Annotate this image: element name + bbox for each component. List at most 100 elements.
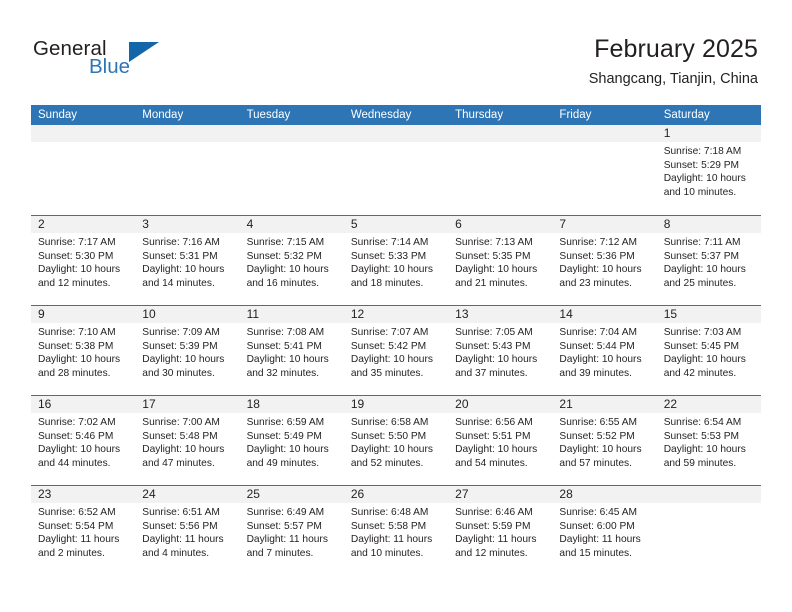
calendar-day-cell[interactable]: 14 Sunrise: 7:04 AM Sunset: 5:44 PM Dayligh… bbox=[552, 306, 657, 395]
day-number: 5 bbox=[343, 216, 449, 233]
day-number: 21 bbox=[552, 396, 657, 413]
day-number: 16 bbox=[31, 396, 136, 413]
weekday-header-wednesday: Wednesday bbox=[350, 109, 412, 121]
sunset-text: Sunset: 5:53 PM bbox=[663, 430, 740, 442]
calendar-day-cell[interactable]: 23 Sunrise: 6:52 AM Sunset: 5:54 PM Dayligh… bbox=[31, 486, 136, 575]
calendar-day-cell[interactable]: 6 Sunrise: 7:13 AM Sunset: 5:35 PM Daylight… bbox=[448, 216, 553, 305]
calendar-day-cell[interactable]: 17 Sunrise: 7:00 AM Sunset: 5:48 PM Dayligh… bbox=[135, 396, 240, 485]
calendar-day-cell[interactable]: 9 Sunrise: 7:10 AM Sunset: 5:38 PM Daylight… bbox=[31, 306, 136, 395]
calendar-day-cell[interactable]: 11 Sunrise: 7:08 AM Sunset: 5:41 PM Dayligh… bbox=[239, 306, 344, 395]
sunrise-text: Sunrise: 7:18 AM bbox=[663, 146, 742, 157]
day-details: Sunrise: 6:54 AM Sunset: 5:53 PM Daylight:… bbox=[657, 413, 761, 470]
daylight-text: Daylight: 11 hours and 4 minutes. bbox=[142, 534, 224, 559]
sunset-text: Sunset: 5:45 PM bbox=[663, 340, 740, 352]
day-details: Sunrise: 7:09 AM Sunset: 5:39 PM Daylight:… bbox=[135, 323, 239, 380]
calendar-day-cell[interactable]: 3 Sunrise: 7:16 AM Sunset: 5:31 PM Daylight… bbox=[135, 216, 240, 305]
day-number bbox=[239, 125, 344, 142]
sunset-text: Sunset: 5:43 PM bbox=[455, 340, 531, 352]
day-details: Sunrise: 6:59 AM Sunset: 5:49 PM Daylight:… bbox=[240, 413, 344, 470]
day-number: 9 bbox=[31, 306, 136, 323]
general-blue-logo[interactable]: General Blue bbox=[33, 38, 233, 88]
calendar-day-cell[interactable]: 5 Sunrise: 7:14 AM Sunset: 5:33 PM Daylight… bbox=[343, 216, 449, 305]
sunset-text: Sunset: 5:52 PM bbox=[559, 430, 635, 442]
sunrise-text: Sunrise: 7:11 AM bbox=[663, 237, 741, 248]
sunrise-text: Sunrise: 7:12 AM bbox=[559, 237, 638, 248]
day-details: Sunrise: 7:08 AM Sunset: 5:41 PM Daylight:… bbox=[240, 323, 344, 380]
calendar-day-cell[interactable]: 12 Sunrise: 7:07 AM Sunset: 5:42 PM Dayligh… bbox=[343, 306, 449, 395]
calendar-page: General Blue February 2025 Shangcang, Ti… bbox=[0, 0, 792, 612]
calendar-grid: Sunday Monday Tuesday Wednesday Thursday… bbox=[31, 105, 761, 575]
calendar-day-cell[interactable]: 13 Sunrise: 7:05 AM Sunset: 5:43 PM Dayligh… bbox=[448, 306, 553, 395]
daylight-text: Daylight: 10 hours and 52 minutes. bbox=[350, 444, 433, 469]
calendar-day-cell[interactable]: 15 Sunrise: 7:03 AM Sunset: 5:45 PM Dayligh… bbox=[656, 306, 761, 395]
day-details: Sunrise: 6:48 AM Sunset: 5:58 PM Daylight:… bbox=[344, 503, 448, 560]
day-number: 28 bbox=[552, 486, 657, 503]
daylight-text: Daylight: 10 hours and 37 minutes. bbox=[455, 354, 538, 379]
calendar-week-row: 9 Sunrise: 7:10 AM Sunset: 5:38 PM Daylight… bbox=[31, 305, 761, 395]
daylight-text: Daylight: 10 hours and 59 minutes. bbox=[663, 444, 746, 469]
calendar-day-cell[interactable]: 24 Sunrise: 6:51 AM Sunset: 5:56 PM Dayligh… bbox=[135, 486, 240, 575]
day-number: 1 bbox=[656, 125, 761, 142]
day-number: 13 bbox=[448, 306, 553, 323]
weekday-header-tuesday: Tuesday bbox=[246, 109, 291, 121]
day-number: 6 bbox=[448, 216, 553, 233]
daylight-text: Daylight: 10 hours and 44 minutes. bbox=[38, 444, 121, 469]
day-details: Sunrise: 6:56 AM Sunset: 5:51 PM Daylight:… bbox=[448, 413, 552, 470]
day-number: 4 bbox=[239, 216, 344, 233]
daylight-text: Daylight: 10 hours and 23 minutes. bbox=[559, 264, 642, 289]
daylight-text: Daylight: 10 hours and 21 minutes. bbox=[455, 264, 538, 289]
day-number: 26 bbox=[343, 486, 449, 503]
sunrise-text: Sunrise: 6:45 AM bbox=[559, 507, 638, 518]
calendar-day-cell[interactable]: 18 Sunrise: 6:59 AM Sunset: 5:49 PM Dayligh… bbox=[239, 396, 344, 485]
calendar-day-cell[interactable]: 26 Sunrise: 6:48 AM Sunset: 5:58 PM Dayligh… bbox=[343, 486, 449, 575]
calendar-day-cell[interactable]: 28 Sunrise: 6:45 AM Sunset: 6:00 PM Dayligh… bbox=[552, 486, 657, 575]
logo-text-blue: Blue bbox=[89, 55, 131, 78]
sunrise-text: Sunrise: 7:13 AM bbox=[455, 237, 533, 248]
sunset-text: Sunset: 5:30 PM bbox=[38, 250, 114, 262]
calendar-day-cell[interactable]: 27 Sunrise: 6:46 AM Sunset: 5:59 PM Dayligh… bbox=[448, 486, 553, 575]
calendar-day-cell[interactable]: 7 Sunrise: 7:12 AM Sunset: 5:36 PM Daylight… bbox=[552, 216, 657, 305]
calendar-day-cell[interactable]: 22 Sunrise: 6:54 AM Sunset: 5:53 PM Dayligh… bbox=[656, 396, 761, 485]
daylight-text: Daylight: 10 hours and 57 minutes. bbox=[559, 444, 642, 469]
calendar-day-cell[interactable]: 4 Sunrise: 7:15 AM Sunset: 5:32 PM Daylight… bbox=[239, 216, 344, 305]
sunrise-text: Sunrise: 7:15 AM bbox=[246, 237, 325, 248]
daylight-text: Daylight: 10 hours and 49 minutes. bbox=[246, 444, 329, 469]
triangle-logo-icon bbox=[129, 42, 159, 62]
calendar-day-cell[interactable]: 20 Sunrise: 6:56 AM Sunset: 5:51 PM Dayligh… bbox=[448, 396, 553, 485]
day-details: Sunrise: 7:18 AM Sunset: 5:29 PM Daylight:… bbox=[657, 142, 761, 199]
calendar-day-cell[interactable]: 10 Sunrise: 7:09 AM Sunset: 5:39 PM Dayligh… bbox=[135, 306, 240, 395]
day-details: Sunrise: 6:58 AM Sunset: 5:50 PM Daylight:… bbox=[344, 413, 448, 470]
calendar-day-cell[interactable]: 1 Sunrise: 7:18 AM Sunset: 5:29 PM Daylight… bbox=[656, 125, 761, 215]
sunset-text: Sunset: 5:42 PM bbox=[350, 340, 427, 352]
daylight-text: Daylight: 10 hours and 10 minutes. bbox=[663, 173, 746, 198]
day-details: Sunrise: 6:52 AM Sunset: 5:54 PM Daylight:… bbox=[31, 503, 135, 560]
calendar-day-cell[interactable]: 21 Sunrise: 6:55 AM Sunset: 5:52 PM Dayligh… bbox=[552, 396, 657, 485]
calendar-day-cell[interactable]: 16 Sunrise: 7:02 AM Sunset: 5:46 PM Dayligh… bbox=[31, 396, 136, 485]
daylight-text: Daylight: 10 hours and 47 minutes. bbox=[142, 444, 225, 469]
sunrise-text: Sunrise: 7:09 AM bbox=[142, 327, 220, 338]
daylight-text: Daylight: 10 hours and 16 minutes. bbox=[246, 264, 329, 289]
daylight-text: Daylight: 10 hours and 12 minutes. bbox=[38, 264, 121, 289]
calendar-day-cell[interactable]: 2 Sunrise: 7:17 AM Sunset: 5:30 PM Daylight… bbox=[31, 216, 136, 305]
daylight-text: Daylight: 11 hours and 7 minutes. bbox=[246, 534, 328, 559]
daylight-text: Daylight: 11 hours and 12 minutes. bbox=[455, 534, 537, 559]
sunset-text: Sunset: 5:49 PM bbox=[246, 430, 322, 442]
sunset-text: Sunset: 5:38 PM bbox=[38, 340, 114, 352]
sunset-text: Sunset: 5:48 PM bbox=[142, 430, 218, 442]
daylight-text: Daylight: 11 hours and 10 minutes. bbox=[350, 534, 433, 559]
sunrise-text: Sunrise: 6:56 AM bbox=[455, 417, 533, 428]
day-number: 15 bbox=[656, 306, 761, 323]
calendar-day-cell[interactable]: 19 Sunrise: 6:58 AM Sunset: 5:50 PM Dayligh… bbox=[343, 396, 449, 485]
sunset-text: Sunset: 5:57 PM bbox=[246, 520, 322, 532]
sunset-text: Sunset: 5:31 PM bbox=[142, 250, 218, 262]
sunrise-text: Sunrise: 6:52 AM bbox=[38, 507, 116, 518]
calendar-day-cell[interactable]: 25 Sunrise: 6:49 AM Sunset: 5:57 PM Dayligh… bbox=[239, 486, 344, 575]
sunrise-text: Sunrise: 7:17 AM bbox=[38, 237, 116, 248]
calendar-week-row: 1 Sunrise: 7:18 AM Sunset: 5:29 PM Daylight… bbox=[31, 125, 761, 215]
weekday-header-sunday: Sunday bbox=[38, 109, 78, 121]
day-number: 12 bbox=[343, 306, 449, 323]
day-details: Sunrise: 6:51 AM Sunset: 5:56 PM Daylight:… bbox=[135, 503, 239, 560]
day-number bbox=[343, 125, 449, 142]
calendar-day-cell[interactable]: 8 Sunrise: 7:11 AM Sunset: 5:37 PM Daylight… bbox=[656, 216, 761, 305]
sunrise-text: Sunrise: 7:08 AM bbox=[246, 327, 325, 338]
